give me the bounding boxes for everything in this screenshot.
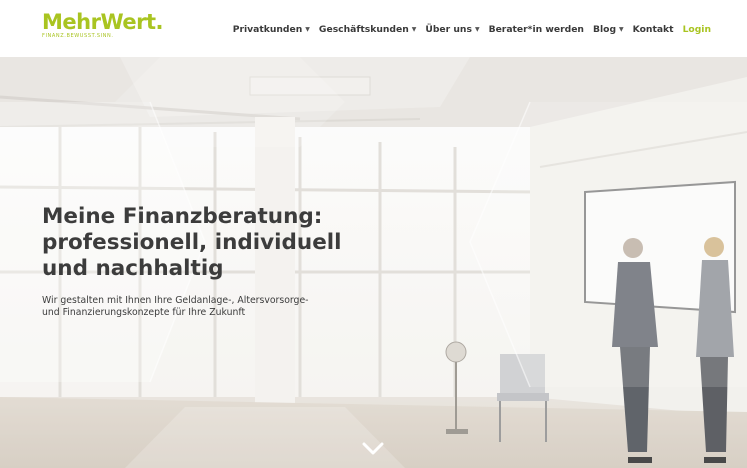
nav-label: Privatkunden [232,24,303,35]
hero-subline: Wir gestalten mit Ihnen Ihre Geldanlage-… [42,295,372,319]
logo-text: MehrWert. [42,10,163,34]
nav-label: Über uns [425,24,472,35]
subline-line: und Finanzierungskonzepte für Ihre Zukun… [42,307,246,318]
headline-line: Meine Finanzberatung: [42,204,323,229]
nav-item-blog[interactable]: Blog ▼ [593,24,624,35]
nav-item-kontakt[interactable]: Kontakt [633,24,674,35]
headline-line: und nachhaltig [42,256,224,281]
nav-item-ueber-uns[interactable]: Über uns ▼ [425,24,479,35]
caret-down-icon: ▼ [474,26,480,33]
nav-label: Geschäftskunden [318,24,409,35]
nav-label: Kontakt [632,24,674,35]
nav-item-berater-werden[interactable]: Berater*in werden [489,24,584,35]
headline-line: professionell, individuell [42,230,342,255]
nav-label: Berater*in werden [488,24,584,35]
caret-down-icon: ▼ [411,26,417,33]
caret-down-icon: ▼ [619,26,624,33]
caret-down-icon: ▼ [305,26,310,33]
login-label: Login [682,24,711,35]
nav-item-privatkunden[interactable]: Privatkunden ▼ [233,24,310,35]
site-header: MehrWert. FINANZ.BEWUSST.SINN. Privatkun… [0,0,747,57]
hero-section: Meine Finanzberatung: professionell, ind… [0,57,747,468]
logo[interactable]: MehrWert. FINANZ.BEWUSST.SINN. [42,11,163,39]
hero-headline: Meine Finanzberatung: professionell, ind… [42,204,382,282]
chevron-down-icon[interactable] [362,442,384,456]
nav-item-geschaeftskunden[interactable]: Geschäftskunden ▼ [319,24,416,35]
nav-label: Blog [592,24,617,35]
main-nav: Privatkunden ▼ Geschäftskunden ▼ Über un… [233,24,711,35]
subline-line: Wir gestalten mit Ihnen Ihre Geldanlage-… [42,295,309,306]
login-link[interactable]: Login [683,24,711,35]
